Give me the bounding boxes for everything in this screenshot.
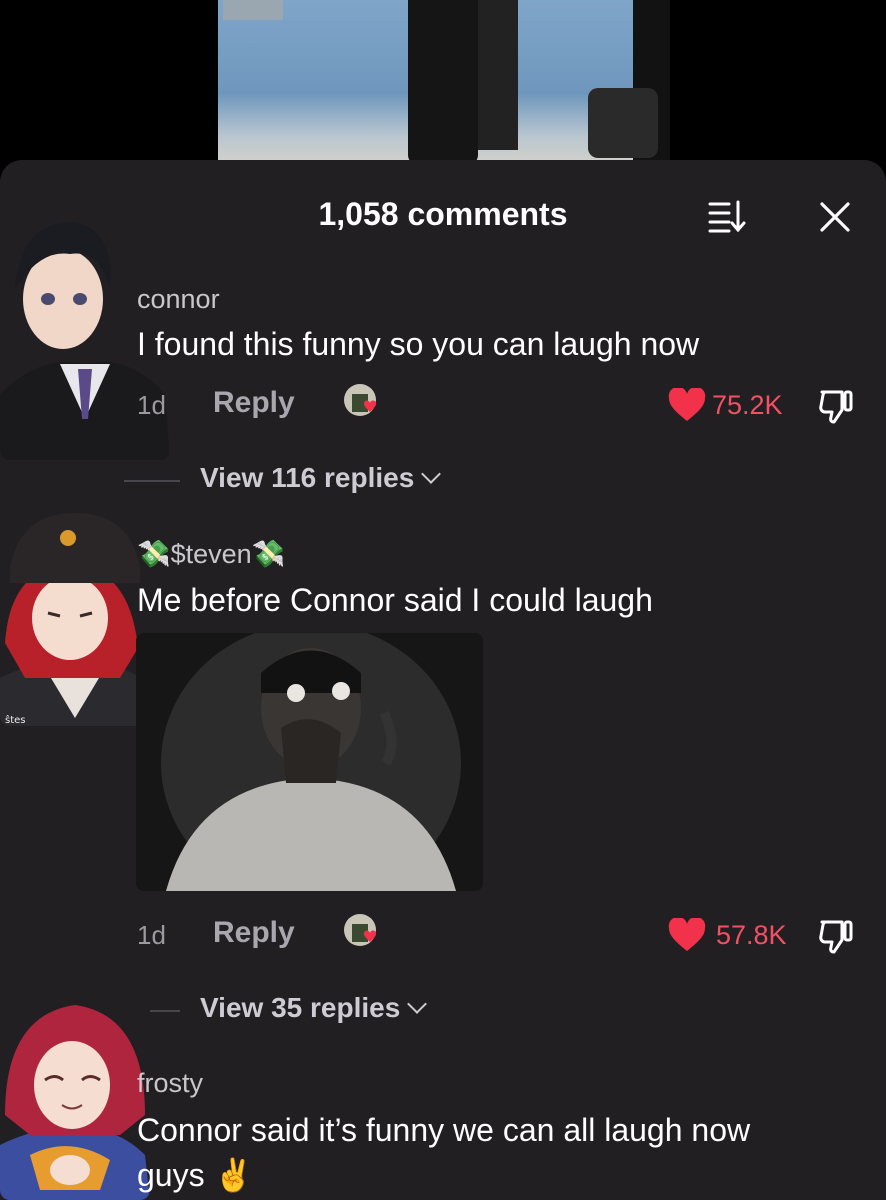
heart-icon[interactable] [668,388,706,422]
comment-username[interactable]: frosty [137,1068,203,1099]
svg-text:ŝtes: ŝtes [5,714,26,726]
creator-liked-avatar [344,384,377,416]
avatar[interactable]: ŝtes [0,508,150,726]
reply-button[interactable]: Reply [213,386,295,420]
reply-button[interactable]: Reply [213,916,295,950]
view-replies-label: View 116 replies [200,462,415,493]
comment-text: Connor said it’s funny we can all laugh … [137,1112,751,1148]
chevron-down-icon [407,994,428,1014]
avatar[interactable] [0,995,150,1200]
chevron-down-icon [421,464,442,484]
video-person-leg [408,0,478,165]
comment-username[interactable]: connor [137,284,220,315]
dislike-icon[interactable] [816,916,856,956]
comment-username[interactable]: 💸$teven💸 [137,538,285,570]
like-count: 57.8K [716,920,787,950]
comment-time: 1d [137,390,166,420]
heart-icon[interactable] [668,918,706,952]
video-person-leg-2 [478,0,518,150]
comments-sheet: 1,058 comments connor I found this funny… [0,160,886,1200]
like-count: 75.2K [712,390,783,420]
video-bag [588,88,658,158]
sort-icon[interactable] [707,198,747,234]
comment-gif-image[interactable] [136,633,483,891]
video-background-object [223,0,283,20]
comment-text: I found this funny so you can laugh now [137,326,700,362]
replies-divider [124,480,180,482]
dislike-icon[interactable] [816,386,856,426]
view-replies-button[interactable]: View 35 replies [200,992,428,1024]
comment-text: Me before Connor said I could laugh [137,582,653,618]
comment-text-line-2: guys ✌️ [137,1157,254,1193]
video-preview[interactable] [218,0,670,170]
view-replies-label: View 35 replies [200,992,401,1023]
comment-time: 1d [137,920,166,950]
close-icon[interactable] [818,200,852,234]
view-replies-button[interactable]: View 116 replies [200,462,442,494]
creator-liked-avatar [344,914,377,946]
